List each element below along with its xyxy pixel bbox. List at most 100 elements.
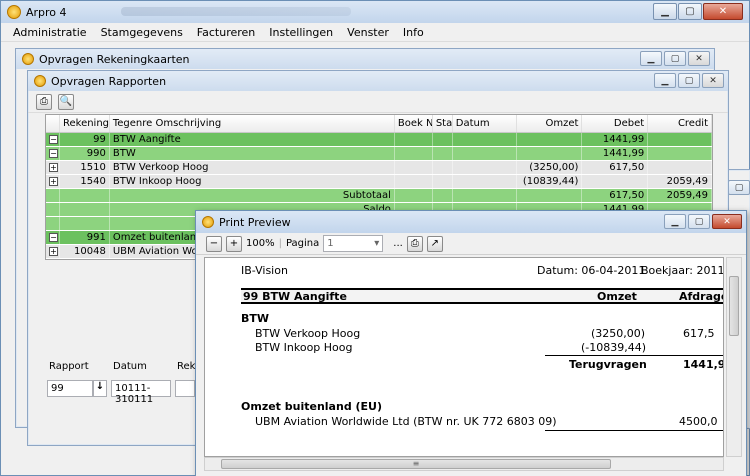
menu-instellingen[interactable]: Instellingen	[269, 26, 333, 39]
rp-restore-button[interactable]: ▢	[678, 73, 700, 88]
doc-datum: Datum: 06-04-2011	[537, 264, 646, 277]
pp-minimize-button[interactable]: ▁	[664, 214, 686, 229]
table-row[interactable]: − 990 BTW 1441,99	[46, 147, 713, 161]
table-row[interactable]: − 99 BTW Aangifte 1441,99	[46, 133, 713, 147]
collapse-icon[interactable]: −	[49, 149, 58, 158]
doc-terugvragen-label: Terugvragen	[569, 358, 647, 371]
col-stat[interactable]: Stat	[433, 115, 453, 132]
expand-icon[interactable]: +	[49, 177, 58, 186]
col-rekening[interactable]: Rekening	[60, 115, 110, 132]
table-row[interactable]: +1510 BTW Verkoop Hoog (3250,00) 617,50	[46, 161, 713, 175]
menu-administratie[interactable]: Administratie	[13, 26, 87, 39]
col-omschrijving[interactable]: Tegenre Omschrijving	[110, 115, 395, 132]
cell-debet: 617,50	[609, 162, 645, 173]
rp-minimize-button[interactable]: ▁	[654, 73, 676, 88]
maximize-button[interactable]: ▢	[678, 3, 702, 20]
printer-icon[interactable]: ⎙	[406, 235, 423, 252]
rapporten-toolbar: ⎙ 🔍	[28, 91, 728, 113]
close-button[interactable]: ✕	[703, 3, 743, 20]
cell-omzet: (10839,44)	[522, 176, 579, 187]
zoom-out-icon[interactable]: −	[206, 235, 222, 252]
collapse-icon[interactable]: −	[49, 135, 58, 144]
menu-venster[interactable]: Venster	[347, 26, 389, 39]
rapport-label: Rapport	[49, 361, 89, 372]
grid-header: Rekening Tegenre Omschrijving Boek Nr St…	[46, 115, 713, 133]
print-preview-icon[interactable]: 🔍	[58, 93, 74, 110]
zoom-level: 100%	[246, 238, 275, 249]
vertical-scroll-thumb[interactable]	[729, 276, 739, 336]
cell-oms: BTW	[112, 148, 136, 159]
col-debet[interactable]: Debet	[582, 115, 649, 132]
rek-input[interactable]	[175, 380, 195, 397]
rapport-lookup-button[interactable]: ↓	[93, 380, 107, 397]
table-row[interactable]: Subtotaal 617,50 2059,49	[46, 189, 713, 203]
cell-oms: BTW Verkoop Hoog	[112, 162, 209, 173]
doc-section-btw: BTW	[241, 312, 270, 325]
minimize-button[interactable]: ▁	[653, 3, 677, 20]
doc-line1-label: BTW Verkoop Hoog	[255, 327, 361, 340]
rp-close-button[interactable]: ✕	[702, 73, 724, 88]
window-icon	[34, 75, 46, 87]
pp-close-button[interactable]: ✕	[712, 214, 742, 229]
rk-close-button[interactable]: ✕	[688, 51, 710, 66]
col-credit[interactable]: Credit	[648, 115, 713, 132]
doc-line3-label: UBM Aviation Worldwide Ltd (BTW nr. UK 7…	[255, 415, 557, 428]
window-icon	[22, 53, 34, 65]
doc-section-omzet: Omzet buitenland (EU)	[241, 400, 383, 413]
col-datum[interactable]: Datum	[453, 115, 517, 132]
rapporten-title: Opvragen Rapporten	[51, 74, 167, 88]
menu-info[interactable]: Info	[403, 26, 424, 39]
col-omzet[interactable]: Omzet	[517, 115, 583, 132]
printer-icon[interactable]: ⎙	[36, 93, 52, 110]
print-preview-title: Print Preview	[219, 215, 291, 229]
horizontal-scroll-thumb[interactable]: ≡	[221, 459, 611, 469]
doc-boekjaar: Boekjaar: 2011	[641, 264, 724, 277]
cell-debet: 1441,99	[602, 134, 645, 145]
rek-label: Rek	[177, 361, 196, 372]
col-boeknr[interactable]: Boek Nr	[395, 115, 433, 132]
doc-line1-omzet: (3250,00)	[591, 327, 646, 340]
cell-rek: 10048	[74, 246, 106, 257]
app-title: Arpro 4	[26, 5, 67, 19]
cell-rek: 99	[93, 134, 106, 145]
cell-rek: 991	[86, 232, 106, 243]
rk-minimize-button[interactable]: ▁	[640, 51, 662, 66]
rk-restore-button[interactable]: ▢	[664, 51, 686, 66]
app-window: Arpro 4 ▁ ▢ ✕ Administratie Stamgegevens…	[0, 0, 750, 476]
print-preview-window: Print Preview ▁ ▢ ✕ − + 100% | Pagina 1 …	[195, 210, 747, 476]
expand-icon[interactable]: +	[49, 247, 58, 256]
cell-debet: 1441,99	[602, 148, 645, 159]
table-row[interactable]: +1540 BTW Inkoop Hoog (10839,44) 2059,49	[46, 175, 713, 189]
collapse-icon[interactable]: −	[49, 233, 58, 242]
partial-window-button[interactable]: ▢	[728, 180, 750, 195]
cell-omzet: (3250,00)	[529, 162, 579, 173]
cell-rek: 990	[86, 148, 106, 159]
rapporten-titlebar[interactable]: Opvragen Rapporten ▁ ▢ ✕	[28, 71, 728, 91]
menu-factureren[interactable]: Factureren	[197, 26, 255, 39]
rekeningkaarten-titlebar[interactable]: Opvragen Rekeningkaarten ▁ ▢ ✕	[16, 49, 714, 69]
preview-vertical-scrollbar[interactable]	[726, 257, 742, 457]
menu-bar: Administratie Stamgegevens Factureren In…	[1, 23, 749, 42]
menu-stamgegevens[interactable]: Stamgegevens	[101, 26, 183, 39]
export-icon[interactable]: ↗	[426, 235, 443, 252]
page-label: Pagina	[285, 238, 320, 249]
cell-credit: 2059,49	[666, 176, 709, 187]
more-button[interactable]: ...	[393, 238, 403, 249]
pp-maximize-button[interactable]: ▢	[688, 214, 710, 229]
doc-terugvragen-amount: 1441,9	[683, 358, 724, 371]
print-preview-titlebar[interactable]: Print Preview ▁ ▢ ✕	[196, 211, 746, 233]
cell-rek: 1510	[80, 162, 106, 173]
cell-credit: 2059,49	[666, 190, 709, 201]
doc-line3-amount: 4500,0	[679, 415, 718, 428]
doc-header-afdragen: Afdragen	[679, 290, 723, 303]
chevron-down-icon: ▾	[374, 238, 380, 249]
preview-horizontal-scrollbar[interactable]: ≡	[204, 457, 724, 471]
page-select[interactable]: 1 ▾	[323, 235, 384, 252]
expand-icon[interactable]: +	[49, 163, 58, 172]
datum-input[interactable]: 10111-310111	[111, 380, 171, 405]
doc-line2-label: BTW Inkoop Hoog	[255, 341, 353, 354]
print-preview-toolbar: − + 100% | Pagina 1 ▾ ... ⎙ ↗	[196, 233, 746, 255]
zoom-in-icon[interactable]: +	[226, 235, 242, 252]
cell-rek: 1540	[80, 176, 106, 187]
rapport-input[interactable]: 99	[47, 380, 93, 397]
